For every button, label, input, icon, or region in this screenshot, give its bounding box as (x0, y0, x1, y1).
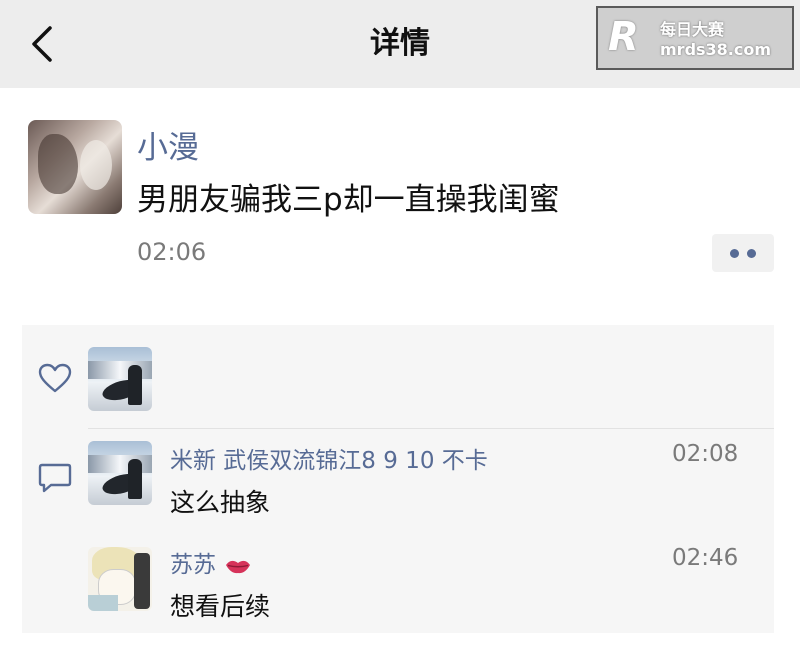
watermark-logo: R 每日大赛 mrds38.com (596, 6, 794, 70)
comment-bubble-icon (38, 463, 72, 493)
heart-icon (38, 363, 72, 393)
more-actions-button[interactable] (712, 234, 774, 272)
comment-text: 想看后续 (170, 592, 271, 621)
interaction-panel: 米新 武侯双流锦江8 9 10 不卡 02:08 这么抽象 苏苏 02:46 想… (22, 325, 774, 633)
top-nav-bar: 详情 R 每日大赛 mrds38.com (0, 0, 800, 88)
comment-author-name[interactable]: 苏苏 (170, 552, 216, 578)
comment-avatar[interactable] (88, 441, 152, 505)
post-author-avatar[interactable] (28, 120, 122, 214)
kiss-lips-icon (226, 560, 251, 573)
comment-author-name[interactable]: 米新 武侯双流锦江8 9 10 不卡 (170, 441, 488, 475)
comment-avatar[interactable] (88, 547, 152, 611)
more-dot (747, 248, 756, 258)
divider (88, 428, 774, 429)
post-timestamp: 02:06 (137, 238, 207, 266)
watermark-r-mark: R (608, 14, 639, 60)
comment-author-row: 苏苏 (170, 545, 251, 579)
back-button[interactable] (22, 22, 62, 66)
comment-timestamp: 02:08 (672, 441, 739, 467)
more-dots-icon (730, 248, 739, 258)
comment-timestamp: 02:46 (672, 545, 739, 571)
liker-avatar[interactable] (88, 347, 152, 411)
chevron-left-icon (32, 26, 52, 62)
post-text: 男朋友骗我三p却一直操我闺蜜 (137, 182, 560, 218)
post-author-name[interactable]: 小漫 (137, 122, 199, 167)
comment-text: 这么抽象 (170, 488, 271, 517)
likes-row (22, 325, 774, 428)
watermark-name: 每日大赛 (660, 20, 725, 39)
watermark-url: mrds38.com (660, 40, 772, 59)
